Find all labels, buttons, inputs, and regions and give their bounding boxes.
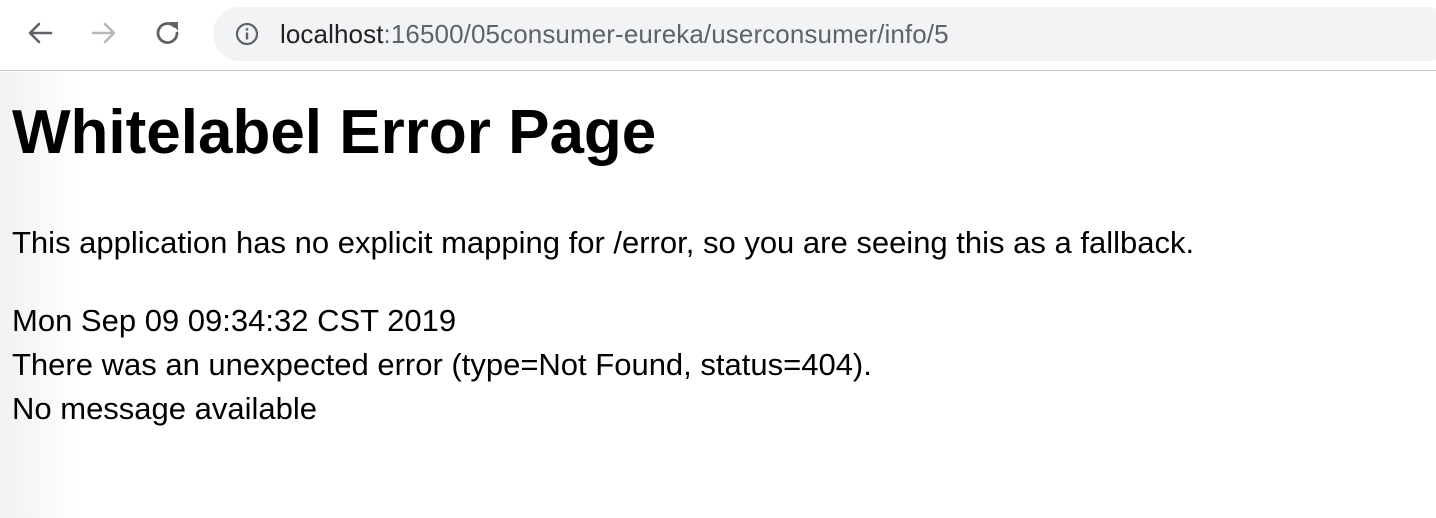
- reload-icon: [156, 22, 179, 44]
- error-type-status: There was an unexpected error (type=Not …: [12, 347, 872, 382]
- error-details: Mon Sep 09 09:34:32 CST 2019 There was a…: [12, 299, 872, 431]
- error-timestamp: Mon Sep 09 09:34:32 CST 2019: [12, 303, 457, 338]
- url-host: localhost: [280, 19, 384, 49]
- url-path: :16500/05consumer-eureka/userconsumer/in…: [383, 19, 949, 49]
- forward-button[interactable]: [86, 15, 122, 51]
- info-circle-icon[interactable]: [235, 22, 259, 46]
- page-content: Whitelabel Error Page This application h…: [0, 72, 1436, 518]
- browser-toolbar: localhost:16500/05consumer-eureka/userco…: [0, 0, 1436, 71]
- reload-button[interactable]: [150, 15, 186, 51]
- url-text[interactable]: localhost:16500/05consumer-eureka/userco…: [280, 7, 949, 61]
- error-message: No message available: [12, 391, 318, 426]
- arrow-left-icon: [28, 22, 53, 44]
- back-button[interactable]: [22, 15, 58, 51]
- address-bar[interactable]: localhost:16500/05consumer-eureka/userco…: [213, 7, 1436, 61]
- page-title: Whitelabel Error Page: [12, 98, 657, 167]
- arrow-right-icon: [91, 22, 116, 44]
- error-description: This application has no explicit mapping…: [12, 225, 1195, 260]
